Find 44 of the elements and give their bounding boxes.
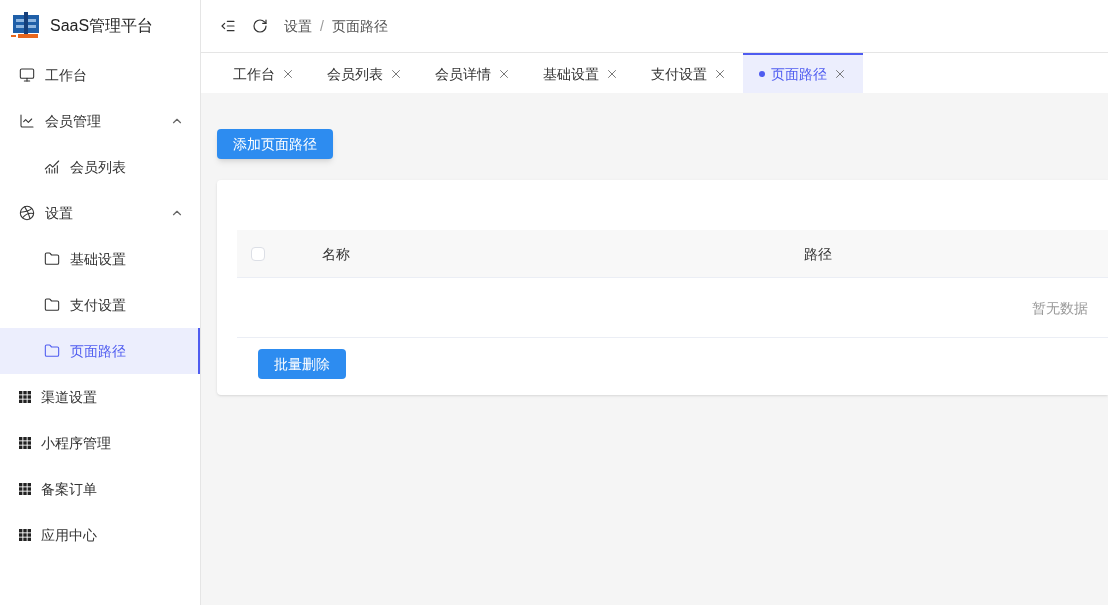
page-tab[interactable]: 会员列表 (311, 53, 419, 93)
app-title: SaaS管理平台 (50, 16, 154, 36)
sidebar-item[interactable]: 基础设置 (0, 236, 200, 282)
close-icon[interactable] (833, 67, 847, 81)
grid-icon (19, 391, 31, 403)
monitor-icon (19, 67, 35, 83)
close-icon[interactable] (497, 67, 511, 81)
refresh-icon[interactable] (252, 18, 268, 34)
folder-icon (44, 343, 60, 359)
sidebar-item[interactable]: 备案订单 (0, 466, 200, 512)
column-header: 名称 (322, 244, 351, 264)
page-tab[interactable]: 基础设置 (527, 53, 635, 93)
page-tab[interactable]: 工作台 (217, 53, 311, 93)
ball-icon (19, 205, 35, 221)
close-icon[interactable] (605, 67, 619, 81)
sidebar-item[interactable]: 支付设置 (0, 282, 200, 328)
folder-icon (44, 251, 60, 267)
sidebar-item[interactable]: 小程序管理 (0, 420, 200, 466)
folder-icon (44, 297, 60, 313)
page-tab[interactable]: 会员详情 (419, 53, 527, 93)
close-icon[interactable] (389, 67, 403, 81)
sidebar-item[interactable]: 应用中心 (0, 512, 200, 558)
chart-icon (44, 159, 60, 175)
sidebar-item[interactable]: 会员管理 (0, 98, 200, 144)
empty-text: 暂无数据 (1032, 298, 1088, 318)
breadcrumb-link[interactable]: 页面路径 (331, 16, 388, 36)
close-icon[interactable] (281, 67, 295, 81)
grid-icon (19, 529, 31, 541)
grid-icon (19, 483, 31, 495)
page-tab[interactable]: 支付设置 (635, 53, 743, 93)
breadcrumb-separator: / (320, 17, 324, 36)
collapse-menu-icon[interactable] (220, 18, 236, 34)
grid-icon (19, 437, 31, 449)
sidebar-item[interactable]: 设置 (0, 190, 200, 236)
sidebar-item[interactable]: 渠道设置 (0, 374, 200, 420)
column-header: 路径 (804, 244, 832, 264)
sidebar-item[interactable]: 页面路径 (0, 328, 200, 374)
select-all-checkbox[interactable] (251, 246, 265, 261)
sidebar-item[interactable]: 会员列表 (0, 144, 200, 190)
sidebar-item[interactable]: 工作台 (0, 52, 200, 98)
breadcrumb-link[interactable]: 设置 (284, 16, 312, 36)
page-tab[interactable]: 页面路径 (743, 53, 863, 93)
chart-icon (19, 113, 35, 129)
close-icon[interactable] (713, 67, 727, 81)
